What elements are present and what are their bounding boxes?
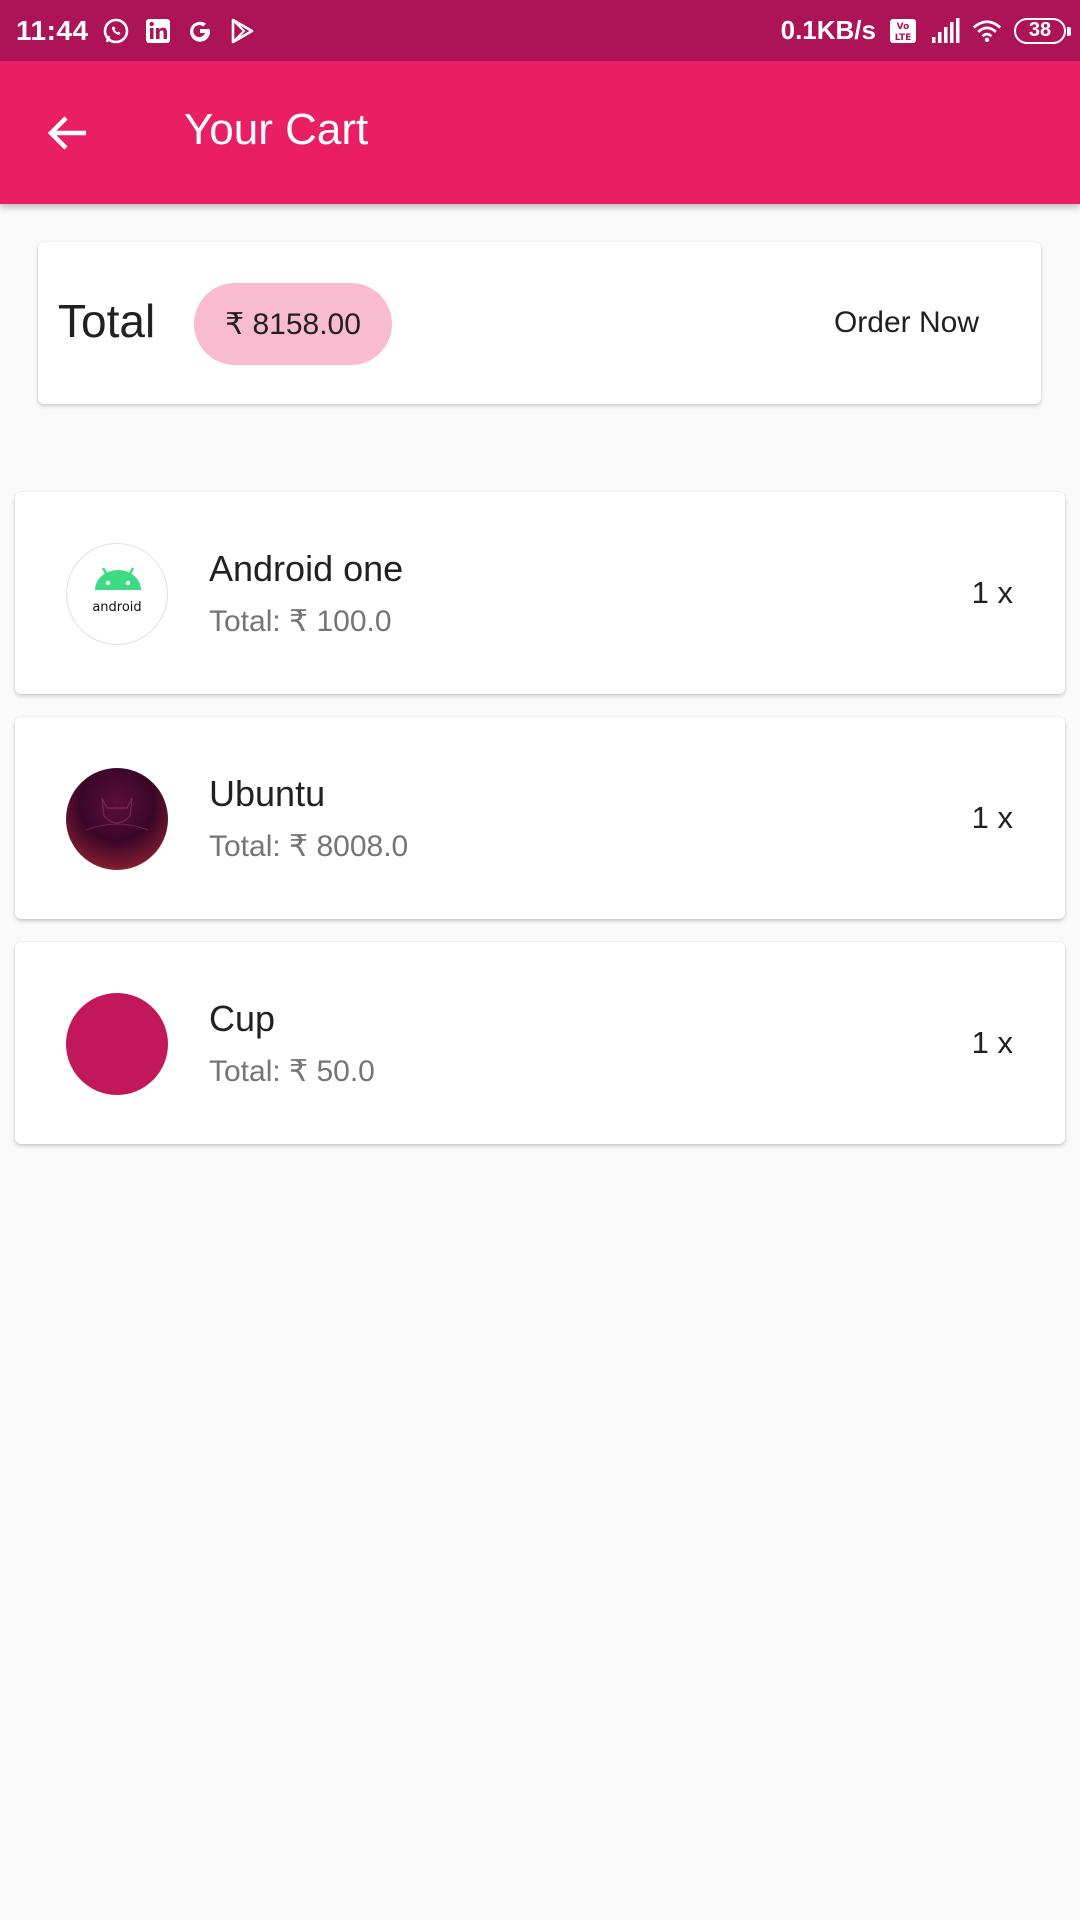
total-card: Total ₹ 8158.00 Order Now: [38, 242, 1041, 404]
svg-text:Vo: Vo: [897, 22, 910, 32]
volte-icon: Vo LTE: [888, 16, 918, 46]
page-title: Your Cart: [184, 105, 369, 154]
linkedin-icon: [143, 16, 173, 46]
cup-avatar: [66, 993, 168, 1095]
signal-icon: [930, 16, 960, 46]
item-total: Total: ₹ 100.0: [209, 605, 392, 638]
item-quantity: 1 x: [971, 800, 1013, 835]
app-bar: Your Cart: [0, 61, 1080, 204]
cart-item[interactable]: android Android one Total: ₹ 100.0 1 x: [15, 492, 1065, 694]
back-button[interactable]: [36, 101, 100, 165]
play-store-icon: [227, 16, 257, 46]
status-time: 11:44: [16, 14, 89, 46]
battery-indicator: 38: [1014, 17, 1071, 44]
wifi-icon: [972, 16, 1002, 46]
status-bar: 11:44 0.1KB/s Vo LTE 38: [0, 0, 1080, 61]
cart-item[interactable]: Cup Total: ₹ 50.0 1 x: [15, 942, 1065, 1144]
item-total: Total: ₹ 50.0: [209, 1055, 375, 1088]
item-total: Total: ₹ 8008.0: [209, 830, 409, 863]
android-logo-icon: [95, 567, 141, 590]
ubuntu-animal-icon: [85, 797, 149, 831]
arrow-back-icon: [47, 116, 86, 150]
whatsapp-icon: [101, 16, 131, 46]
item-name: Ubuntu: [209, 773, 326, 814]
ubuntu-wallpaper-avatar: [66, 768, 168, 870]
cart-item[interactable]: Ubuntu Total: ₹ 8008.0 1 x: [15, 717, 1065, 919]
item-name: Android one: [209, 548, 404, 589]
item-quantity: 1 x: [971, 575, 1013, 610]
status-bar-left: 11:44: [16, 15, 257, 47]
total-amount-chip: ₹ 8158.00: [194, 283, 392, 365]
order-now-button[interactable]: Order Now: [802, 290, 1011, 356]
android-logo-avatar: android: [66, 543, 168, 645]
google-icon: [185, 16, 215, 46]
item-name: Cup: [209, 998, 276, 1039]
network-speed: 0.1KB/s: [780, 15, 876, 45]
status-bar-right: 0.1KB/s Vo LTE 38: [780, 15, 1071, 46]
android-logo-wordmark: android: [92, 600, 142, 615]
total-label: Total: [58, 295, 156, 347]
item-quantity: 1 x: [971, 1025, 1013, 1060]
svg-text:LTE: LTE: [895, 33, 912, 43]
